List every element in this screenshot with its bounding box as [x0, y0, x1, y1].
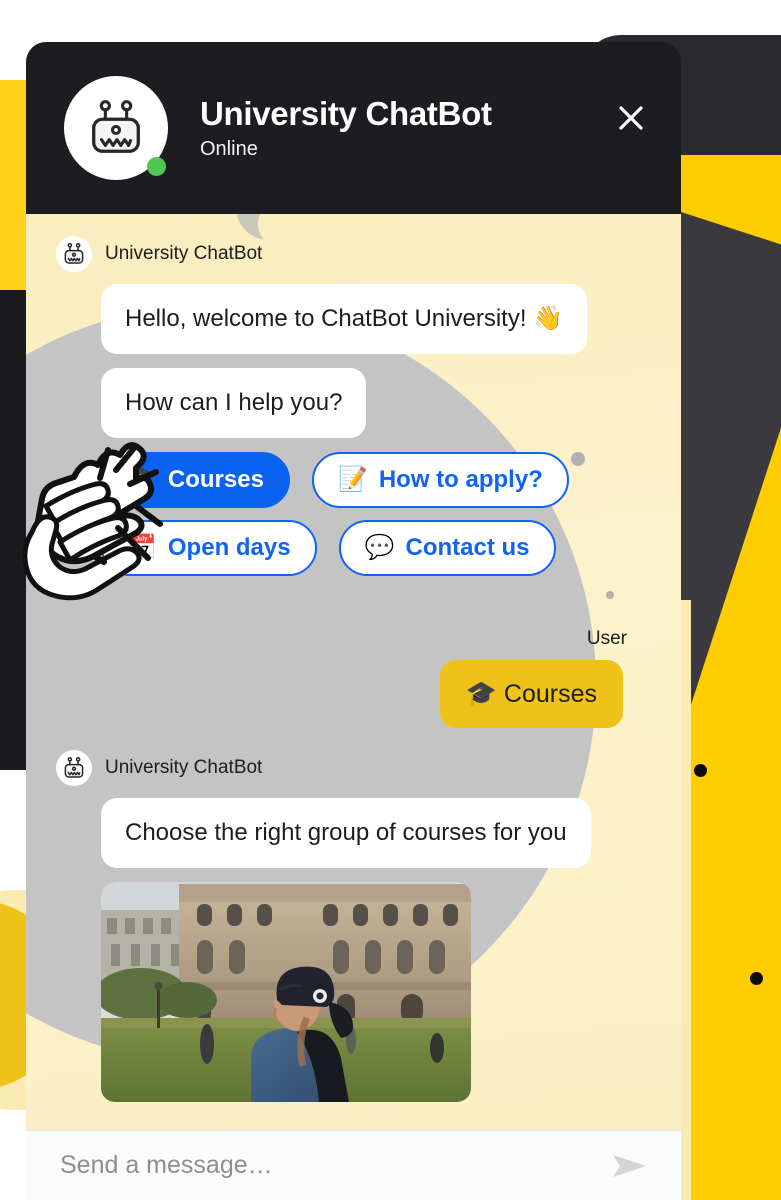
- quick-reply-open-days[interactable]: 📅 Open days: [101, 520, 317, 576]
- avatar: [64, 76, 168, 180]
- chatbot-window: University ChatBot Online University Cha…: [26, 42, 681, 1200]
- user-message-bubble: 🎓 Courses: [439, 660, 623, 728]
- status-online-dot: [147, 157, 166, 176]
- search-input[interactable]: [60, 1151, 607, 1180]
- close-icon: [619, 106, 643, 130]
- decor-dot-lower: [750, 972, 763, 985]
- memo-icon: 📝: [337, 466, 368, 493]
- robot-icon: [92, 100, 140, 153]
- sender-name: User: [586, 628, 627, 649]
- bubble-row: Hello, welcome to ChatBot University! 👋: [56, 284, 651, 354]
- sender-name: University ChatBot: [105, 757, 263, 778]
- send-arrow-icon: [613, 1154, 646, 1177]
- quick-reply-label: Open days: [167, 534, 291, 561]
- status-badge: Online: [200, 137, 258, 160]
- bubble-row-user: 🎓 Courses: [56, 660, 651, 728]
- bot-mini-avatar: [56, 236, 92, 272]
- page-title: University ChatBot: [200, 95, 492, 133]
- quick-reply-group: 🎓 Courses 📝 How to apply? 📅 Open days 💬 …: [101, 452, 571, 576]
- message-input-bar: [26, 1130, 681, 1200]
- robot-icon: [64, 243, 84, 264]
- quick-reply-label: Contact us: [405, 534, 530, 561]
- message-group-user: User 🎓 Courses: [56, 628, 651, 728]
- calendar-icon: 📅: [127, 534, 157, 561]
- bot-message-bubble: Choose the right group of courses for yo…: [101, 798, 591, 868]
- bot-message-bubble: Hello, welcome to ChatBot University! 👋: [101, 284, 588, 354]
- messages-container: University ChatBot Hello, welcome to Cha…: [26, 214, 681, 1130]
- chat-header: University ChatBot Online: [26, 42, 681, 214]
- header-texts: University ChatBot Online: [200, 95, 492, 161]
- sender-row-user: User: [56, 628, 651, 650]
- quick-reply-how-to-apply[interactable]: 📝 How to apply?: [311, 452, 569, 508]
- close-button[interactable]: [611, 98, 651, 138]
- bubble-row: How can I help you?: [56, 368, 651, 438]
- campus-photo-card[interactable]: [101, 882, 471, 1102]
- quick-reply-courses[interactable]: 🎓 Courses: [101, 452, 290, 508]
- sender-row: University ChatBot: [56, 750, 651, 786]
- bubble-row: Choose the right group of courses for yo…: [56, 798, 651, 868]
- quick-reply-label: Courses: [167, 466, 264, 493]
- robot-icon: [64, 757, 84, 778]
- graduation-cap-icon: 🎓: [127, 466, 157, 493]
- sender-name: University ChatBot: [105, 243, 263, 264]
- message-group-bot-1: University ChatBot Hello, welcome to Cha…: [56, 236, 651, 576]
- chat-message-list[interactable]: University ChatBot Hello, welcome to Cha…: [26, 214, 681, 1130]
- quick-reply-label: How to apply?: [378, 466, 543, 493]
- quick-reply-contact-us[interactable]: 💬 Contact us: [338, 520, 556, 576]
- speech-balloon-icon: 💬: [364, 534, 395, 561]
- decor-dot-upper: [694, 764, 707, 777]
- send-button[interactable]: [607, 1143, 653, 1189]
- bot-message-bubble: How can I help you?: [101, 368, 367, 438]
- university-campus-photo: [101, 882, 471, 1102]
- sender-row: University ChatBot: [56, 236, 651, 272]
- bot-mini-avatar: [56, 750, 92, 786]
- message-group-bot-2: University ChatBot Choose the right grou…: [56, 750, 651, 1102]
